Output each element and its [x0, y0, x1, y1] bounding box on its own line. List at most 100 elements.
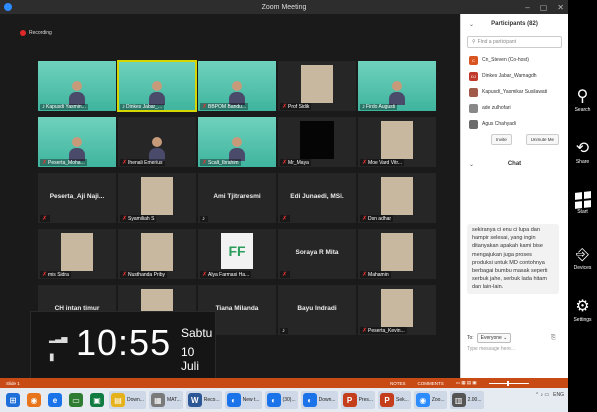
participant-tile[interactable]: ✗ Nusthanda Priby — [118, 229, 196, 279]
recording-label: Recording — [29, 30, 52, 36]
close-button[interactable]: ✕ — [557, 3, 564, 12]
app-icon: ◐ — [266, 393, 281, 407]
taskbar-item[interactable]: ▤ Down... — [109, 391, 146, 409]
charm-start[interactable]: Start — [568, 191, 597, 215]
participant-logo: FF — [221, 233, 253, 269]
tray-language[interactable]: ENG — [553, 392, 564, 398]
notes-button[interactable]: NOTES — [390, 381, 406, 386]
participant-tile[interactable]: ♪ Dinkes Jabar_... — [117, 60, 197, 112]
system-tray: ⌃ ♪ ▭ ENG — [535, 392, 564, 398]
participant-list-item[interactable]: DJ Dinkes Jabar_Wamagdh — [461, 68, 568, 84]
unmute-me-button[interactable]: Unmute Me — [525, 134, 560, 145]
recording-indicator[interactable]: Recording — [20, 30, 52, 36]
participant-list-item[interactable]: Kapusdi_Yasmikar Susilawati — [461, 84, 568, 100]
chat-recipient-select[interactable]: Everyone ⌄ — [476, 333, 512, 343]
charm-label: Start — [577, 209, 588, 215]
participant-name-tag: ♪ — [200, 216, 208, 222]
taskbar-item[interactable]: ▦ MAT... — [148, 391, 183, 409]
recording-dot-icon — [20, 30, 26, 36]
participant-tile[interactable]: ♪ Kapusdi Yasmin... — [38, 61, 116, 111]
charm-share[interactable]: ⟲ Share — [568, 140, 597, 165]
charm-devices[interactable]: ⎆ Devices — [568, 246, 597, 271]
participant-tile[interactable]: Soraya R Mita ✗ — [278, 229, 356, 279]
avatar: C — [469, 55, 478, 65]
participant-name: Mr_Maya — [288, 159, 309, 166]
chat-chevron-icon[interactable]: ⌄ — [469, 161, 474, 168]
participant-name: mis Sidra — [48, 271, 69, 278]
maximize-button[interactable]: ▢ — [540, 3, 548, 12]
charm-search[interactable]: ⚲ Search — [568, 88, 597, 113]
start-button[interactable]: ⊞ — [4, 391, 22, 409]
participant-tile[interactable]: ✗ Mr_Maya — [278, 117, 356, 167]
charm-label: Settings — [573, 317, 592, 323]
mic-muted-icon: ✗ — [42, 160, 48, 166]
participant-photo — [61, 233, 93, 271]
participant-tile[interactable]: ✗ mis Sidra — [38, 229, 116, 279]
view-icons[interactable]: ▭ ▦ ▤ ▣ — [456, 380, 477, 386]
taskbar-item[interactable]: e — [46, 391, 64, 409]
participant-list-item[interactable]: C Cn_Steven (Co-host) — [461, 52, 568, 68]
participant-tile[interactable]: ✗ Dsn adhar — [358, 173, 436, 223]
participant-video — [149, 81, 165, 105]
participant-tile[interactable]: ✗ Ihenali Emerius — [118, 117, 196, 167]
taskbar-item[interactable]: ◉ Zoo... — [413, 391, 447, 409]
participant-tile[interactable]: Edi Junaedi, MSi. ✗ — [278, 173, 356, 223]
participant-search-input[interactable]: ⚲ Find a participant — [467, 36, 562, 48]
participant-tile[interactable]: ✗ Moe Vard Vitr... — [358, 117, 436, 167]
taskbar-item-label: Pres... — [358, 397, 374, 403]
app-icon: ▤ — [111, 393, 125, 407]
participant-tile[interactable]: ✗ Mahamin — [358, 229, 436, 279]
taskbar-item[interactable]: ▥ 2.00... — [449, 391, 484, 409]
participant-tile[interactable]: Peserta_Aji Naji... ✗ — [38, 173, 116, 223]
taskbar-item[interactable]: P Sek... — [378, 391, 411, 409]
participants-title: Participants (82) — [491, 21, 538, 27]
mic-muted-icon: ✗ — [362, 160, 368, 166]
taskbar-item[interactable]: ▭ — [67, 391, 85, 409]
participant-tile[interactable]: ✗ Prof Sidik — [278, 61, 356, 111]
participant-name-tag: ✗ — [280, 271, 291, 278]
participant-tile[interactable]: Ami Tjitraresmi ♪ — [198, 173, 276, 223]
mic-muted-icon: ✗ — [202, 272, 208, 278]
taskbar-item[interactable]: ◐ New t... — [224, 391, 262, 409]
participant-tile[interactable]: FF ✗ Alya Farmasi Ha... — [198, 229, 276, 279]
participant-list: C Cn_Steven (Co-host) DJ Dinkes Jabar_Wamag… — [461, 52, 568, 132]
participant-tile[interactable]: ♪ Firdo Augusti — [358, 61, 436, 111]
taskbar-item[interactable]: ◐ (30)... — [264, 391, 298, 409]
taskbar-item[interactable]: ▣ — [88, 391, 106, 409]
mic-muted-icon: ✗ — [282, 272, 288, 278]
app-icon: ◐ — [226, 393, 241, 407]
mic-muted-icon: ✗ — [42, 216, 48, 222]
taskbar-item[interactable]: P Pres... — [340, 391, 376, 409]
participant-name-tag: ♪ Dinkes Jabar_... — [120, 104, 165, 110]
taskbar-item[interactable]: ◐ Down... — [300, 391, 338, 409]
participant-name-tag: ✗ — [40, 215, 51, 222]
participant-tile[interactable]: ✗ Peserta_Moha... — [38, 117, 116, 167]
clock-date: 10 Juli — [181, 345, 200, 373]
participant-tile[interactable]: ✗ Syamiliah S — [118, 173, 196, 223]
invite-button[interactable]: Invite — [491, 134, 512, 145]
collapse-chevron-icon[interactable]: ⌄ — [469, 21, 474, 28]
avatar: DJ — [469, 71, 478, 81]
participant-tile[interactable]: ✗ BBPOM Bandu... — [198, 61, 276, 111]
charm-settings[interactable]: ⚙ Settings — [568, 298, 597, 323]
participant-tile[interactable]: ✗ Scalt_Ibrahim — [198, 117, 276, 167]
file-attach-icon[interactable]: ⎘ — [551, 335, 556, 342]
taskbar-item[interactable]: W Reco... — [185, 391, 222, 409]
participant-list-item[interactable]: Agus Chahyadi — [461, 116, 568, 132]
participant-tile[interactable]: Bayu Indradi ♪ — [278, 285, 356, 335]
tray-icons[interactable]: ⌃ ♪ ▭ — [535, 392, 549, 398]
participant-name-tag: ✗ Prof Sidik — [280, 103, 312, 110]
minimize-button[interactable]: – — [525, 3, 529, 12]
zoom-slider[interactable] — [488, 380, 529, 386]
participant-list-item[interactable]: ade zulhofari — [461, 100, 568, 116]
participant-photo — [301, 65, 333, 103]
comments-button[interactable]: COMMENTS — [418, 381, 444, 386]
taskbar-item[interactable]: ◉ — [25, 391, 43, 409]
chat-message: sekiranya ci enu ci lupa dan hampir sele… — [467, 224, 559, 294]
chat-input[interactable]: Type message here... — [467, 346, 515, 352]
participant-photo — [141, 177, 173, 215]
participant-name-tag: ✗ Mr_Maya — [280, 159, 311, 166]
avatar — [469, 103, 478, 113]
participant-tile[interactable]: ✗ Peserta_Kevin... — [358, 285, 436, 335]
participants-panel: ⌄ Participants (82) ⚲ Find a participant… — [460, 14, 568, 378]
